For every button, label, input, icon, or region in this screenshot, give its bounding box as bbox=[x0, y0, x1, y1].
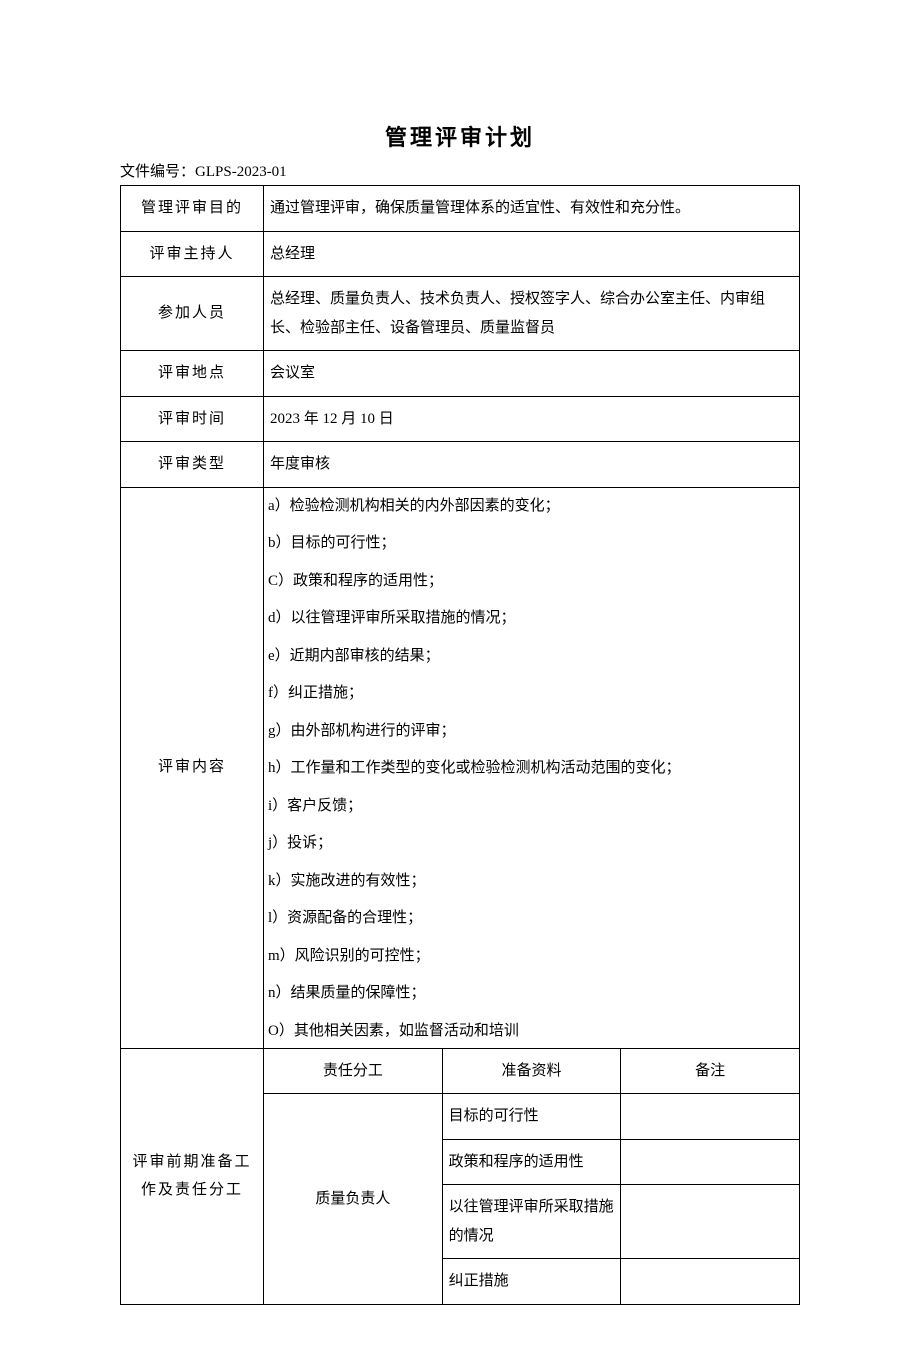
content-item-4: e）近期内部审核的结果； bbox=[268, 638, 795, 676]
prep-remark-2 bbox=[621, 1185, 800, 1259]
content-item-14: O）其他相关因素，如监督活动和培训 bbox=[268, 1013, 795, 1048]
review-plan-table: 管理评审目的 通过管理评审，确保质量管理体系的适宜性、有效性和充分性。 评审主持… bbox=[120, 185, 800, 1305]
sub-header-remark: 备注 bbox=[621, 1048, 800, 1094]
document-number: 文件编号：GLPS-2023-01 bbox=[120, 160, 800, 181]
prep-remark-0 bbox=[621, 1094, 800, 1140]
sub-header-duty: 责任分工 bbox=[264, 1048, 443, 1094]
content-item-5: f）纠正措施； bbox=[268, 675, 795, 713]
content-item-11: l）资源配备的合理性； bbox=[268, 900, 795, 938]
label-type: 评审类型 bbox=[121, 442, 264, 488]
content-list: a）检验检测机构相关的内外部因素的变化；b）目标的可行性；C）政策和程序的适用性… bbox=[264, 488, 799, 1048]
row-attendees: 参加人员 总经理、质量负责人、技术负责人、授权签字人、综合办公室主任、内审组长、… bbox=[121, 277, 800, 351]
document-number-value: GLPS-2023-01 bbox=[195, 164, 287, 180]
document-page: 管理评审计划 文件编号：GLPS-2023-01 管理评审目的 通过管理评审，确… bbox=[0, 0, 920, 1365]
content-item-2: C）政策和程序的适用性； bbox=[268, 563, 795, 601]
label-attendees: 参加人员 bbox=[121, 277, 264, 351]
prep-material-3: 纠正措施 bbox=[442, 1259, 621, 1305]
row-sub-header: 评审前期准备工作及责任分工 责任分工 准备资料 备注 bbox=[121, 1048, 800, 1094]
value-location: 会议室 bbox=[264, 351, 800, 397]
page-title: 管理评审计划 bbox=[120, 120, 800, 152]
row-content: 评审内容 a）检验检测机构相关的内外部因素的变化；b）目标的可行性；C）政策和程… bbox=[121, 487, 800, 1048]
label-content: 评审内容 bbox=[121, 487, 264, 1048]
label-host: 评审主持人 bbox=[121, 231, 264, 277]
label-prep: 评审前期准备工作及责任分工 bbox=[121, 1048, 264, 1304]
content-item-13: n）结果质量的保障性； bbox=[268, 975, 795, 1013]
content-item-12: m）风险识别的可控性； bbox=[268, 938, 795, 976]
value-purpose: 通过管理评审，确保质量管理体系的适宜性、有效性和充分性。 bbox=[264, 186, 800, 232]
row-host: 评审主持人 总经理 bbox=[121, 231, 800, 277]
content-item-8: i）客户反馈； bbox=[268, 788, 795, 826]
content-item-7: h）工作量和工作类型的变化或检验检测机构活动范围的变化； bbox=[268, 750, 795, 788]
prep-material-0: 目标的可行性 bbox=[442, 1094, 621, 1140]
content-item-3: d）以往管理评审所采取措施的情况； bbox=[268, 600, 795, 638]
sub-header-material: 准备资料 bbox=[442, 1048, 621, 1094]
value-time: 2023 年 12 月 10 日 bbox=[264, 396, 800, 442]
value-host: 总经理 bbox=[264, 231, 800, 277]
content-item-1: b）目标的可行性； bbox=[268, 525, 795, 563]
prep-remark-3 bbox=[621, 1259, 800, 1305]
content-item-10: k）实施改进的有效性； bbox=[268, 863, 795, 901]
label-time: 评审时间 bbox=[121, 396, 264, 442]
row-type: 评审类型 年度审核 bbox=[121, 442, 800, 488]
prep-remark-1 bbox=[621, 1139, 800, 1185]
value-type: 年度审核 bbox=[264, 442, 800, 488]
value-attendees: 总经理、质量负责人、技术负责人、授权签字人、综合办公室主任、内审组长、检验部主任… bbox=[264, 277, 800, 351]
value-content-cell: a）检验检测机构相关的内外部因素的变化；b）目标的可行性；C）政策和程序的适用性… bbox=[264, 487, 800, 1048]
document-number-label: 文件编号： bbox=[120, 164, 195, 180]
content-item-6: g）由外部机构进行的评审； bbox=[268, 713, 795, 751]
content-item-0: a）检验检测机构相关的内外部因素的变化； bbox=[268, 488, 795, 526]
row-location: 评审地点 会议室 bbox=[121, 351, 800, 397]
prep-material-1: 政策和程序的适用性 bbox=[442, 1139, 621, 1185]
prep-person: 质量负责人 bbox=[264, 1094, 443, 1305]
label-purpose: 管理评审目的 bbox=[121, 186, 264, 232]
row-time: 评审时间 2023 年 12 月 10 日 bbox=[121, 396, 800, 442]
label-location: 评审地点 bbox=[121, 351, 264, 397]
row-purpose: 管理评审目的 通过管理评审，确保质量管理体系的适宜性、有效性和充分性。 bbox=[121, 186, 800, 232]
prep-material-2: 以往管理评审所采取措施的情况 bbox=[442, 1185, 621, 1259]
content-item-9: j）投诉； bbox=[268, 825, 795, 863]
